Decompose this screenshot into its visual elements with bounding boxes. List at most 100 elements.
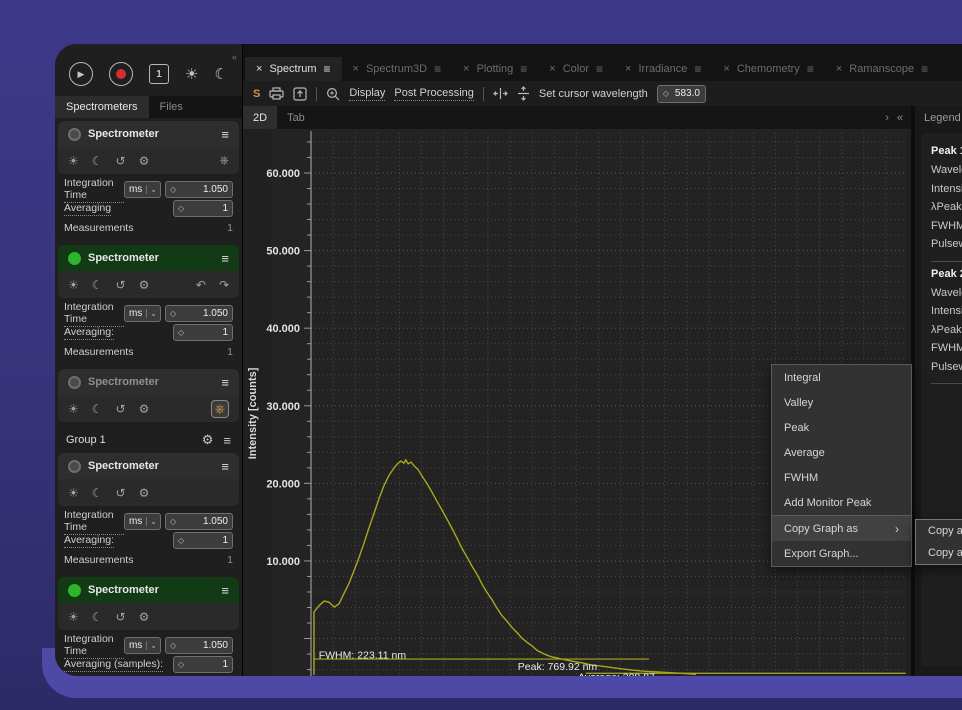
single-shot-icon[interactable]: 1: [149, 64, 169, 84]
menu-item-copy-graph-as[interactable]: Copy Graph as›: [772, 515, 911, 541]
field-value[interactable]: 1.050: [203, 308, 228, 319]
expand-right-icon[interactable]: ›: [885, 112, 889, 124]
sun-icon[interactable]: ☀: [68, 278, 79, 292]
legend-item[interactable]: Wavelength: [931, 161, 962, 180]
unit-dropdown[interactable]: ms⌄: [124, 305, 161, 322]
tab-spectrum[interactable]: ×Spectrum≡: [245, 57, 342, 81]
spinner-arrows-icon[interactable]: ◇: [170, 641, 176, 650]
view-tab-2d[interactable]: 2D: [243, 106, 277, 129]
fit-vertical-icon[interactable]: [517, 86, 530, 101]
legend-item[interactable]: FWHM: [931, 217, 962, 236]
sun-icon[interactable]: ☀: [68, 402, 79, 416]
legend-item[interactable]: Pulsewidth: [931, 235, 962, 254]
legend-item[interactable]: Intensity: [931, 180, 962, 199]
undo-icon[interactable]: ↺: [116, 402, 126, 416]
spectrometer-header[interactable]: Spectrometer≡: [58, 245, 239, 271]
hamburger-menu-icon[interactable]: ≡: [807, 62, 814, 76]
hamburger-menu-icon[interactable]: ≡: [596, 62, 603, 76]
menu-item-add-monitor-peak[interactable]: Add Monitor Peak: [772, 490, 911, 515]
gear-icon[interactable]: ⚙: [139, 154, 150, 168]
view-tab-tab[interactable]: Tab: [277, 106, 315, 129]
unit-dropdown[interactable]: ms⌄: [124, 637, 161, 654]
menu-item-peak[interactable]: Peak: [772, 415, 911, 440]
play-icon[interactable]: ▶: [69, 62, 93, 86]
spinner-arrows-icon[interactable]: ◇: [178, 660, 184, 669]
menu-item-fwhm[interactable]: FWHM: [772, 465, 911, 490]
value-spinner[interactable]: ◇1.050: [165, 181, 233, 198]
legend-item[interactable]: λPeak: [931, 198, 962, 217]
menu-item-export-graph[interactable]: Export Graph...: [772, 541, 911, 566]
spinner-arrows-icon[interactable]: ◇: [178, 328, 184, 337]
hamburger-menu-icon[interactable]: ≡: [324, 62, 331, 76]
display-menu-button[interactable]: Display: [349, 87, 385, 101]
hamburger-menu-icon[interactable]: ≡: [694, 62, 701, 76]
undo-icon[interactable]: ↺: [116, 486, 126, 500]
spectrometer-header[interactable]: Spectrometer≡: [58, 121, 239, 147]
unit-dropdown[interactable]: ms⌄: [124, 181, 161, 198]
gear-icon[interactable]: ⚙: [139, 486, 150, 500]
spectrometer-header[interactable]: Spectrometer≡: [58, 453, 239, 479]
field-value[interactable]: 1: [222, 535, 228, 546]
spinner-arrows-icon[interactable]: ◇: [663, 89, 669, 98]
moon-icon[interactable]: ☾: [92, 610, 103, 624]
unit-dropdown[interactable]: ms⌄: [124, 513, 161, 530]
record-icon[interactable]: [109, 62, 133, 86]
curve-redo-icon[interactable]: ↷: [219, 278, 229, 292]
tab-color[interactable]: ×Color≡: [538, 57, 614, 81]
cursor-wavelength-spinner[interactable]: ◇ 583.0: [657, 85, 706, 103]
hamburger-menu-icon[interactable]: ≡: [221, 251, 229, 266]
undo-icon[interactable]: ↺: [116, 278, 126, 292]
post-processing-menu-button[interactable]: Post Processing: [394, 87, 473, 101]
wheel-icon-active[interactable]: ⎈: [211, 400, 229, 418]
close-icon[interactable]: ×: [353, 63, 359, 75]
close-icon[interactable]: ×: [256, 63, 262, 75]
undo-icon[interactable]: ↺: [116, 154, 126, 168]
moon-icon[interactable]: ☾: [92, 278, 103, 292]
close-icon[interactable]: ×: [723, 63, 729, 75]
gear-icon[interactable]: ⚙: [139, 402, 150, 416]
cursor-wavelength-value[interactable]: 583.0: [675, 88, 700, 99]
hamburger-menu-icon[interactable]: ≡: [221, 459, 229, 474]
hamburger-menu-icon[interactable]: ≡: [223, 433, 231, 448]
undo-icon[interactable]: ↺: [116, 610, 126, 624]
helm-icon[interactable]: ⎈: [219, 153, 229, 168]
value-spinner[interactable]: ◇1.050: [165, 305, 233, 322]
tab-plotting[interactable]: ×Plotting≡: [452, 57, 538, 81]
gear-icon[interactable]: ⚙: [139, 610, 150, 624]
spinner-arrows-icon[interactable]: ◇: [170, 517, 176, 526]
legend-item[interactable]: λPeak: [931, 321, 962, 340]
hamburger-menu-icon[interactable]: ≡: [221, 583, 229, 598]
export-icon[interactable]: [293, 87, 307, 101]
sun-icon[interactable]: ☀: [68, 154, 79, 168]
curve-undo-icon[interactable]: ↶: [196, 278, 206, 292]
close-icon[interactable]: ×: [463, 63, 469, 75]
close-icon[interactable]: ×: [625, 63, 631, 75]
print-icon[interactable]: [269, 87, 284, 100]
tab-ramanscope[interactable]: ×Ramanscope≡: [825, 57, 939, 81]
moon-icon[interactable]: ☾: [92, 402, 103, 416]
hamburger-menu-icon[interactable]: ≡: [221, 375, 229, 390]
tab-spectrum3d[interactable]: ×Spectrum3D≡: [342, 57, 453, 81]
moon-icon[interactable]: ☾: [92, 154, 103, 168]
sidebar-tab-spectrometers[interactable]: Spectrometers: [55, 96, 149, 118]
legend-item[interactable]: Intensity: [931, 302, 962, 321]
collapse-legend-icon[interactable]: «: [897, 112, 903, 124]
spinner-arrows-icon[interactable]: ◇: [170, 185, 176, 194]
tab-chemometry[interactable]: ×Chemometry≡: [712, 57, 824, 81]
field-value[interactable]: 1: [222, 327, 228, 338]
hamburger-menu-icon[interactable]: ≡: [434, 62, 441, 76]
field-value[interactable]: 1.050: [203, 640, 228, 651]
menu-item-integral[interactable]: Integral: [772, 365, 911, 390]
legend-item[interactable]: Pulsewidth: [931, 358, 962, 377]
brightness-icon[interactable]: ☀: [185, 67, 198, 82]
legend-item[interactable]: Wavelength: [931, 284, 962, 303]
sun-icon[interactable]: ☀: [68, 486, 79, 500]
spinner-arrows-icon[interactable]: ◇: [178, 204, 184, 213]
save-spectrum-button[interactable]: S: [253, 88, 260, 100]
menu-item-average[interactable]: Average: [772, 440, 911, 465]
spinner-arrows-icon[interactable]: ◇: [178, 536, 184, 545]
close-icon[interactable]: ×: [549, 63, 555, 75]
field-value[interactable]: 1: [222, 203, 228, 214]
value-spinner[interactable]: ◇1: [173, 656, 233, 673]
menu-item-valley[interactable]: Valley: [772, 390, 911, 415]
